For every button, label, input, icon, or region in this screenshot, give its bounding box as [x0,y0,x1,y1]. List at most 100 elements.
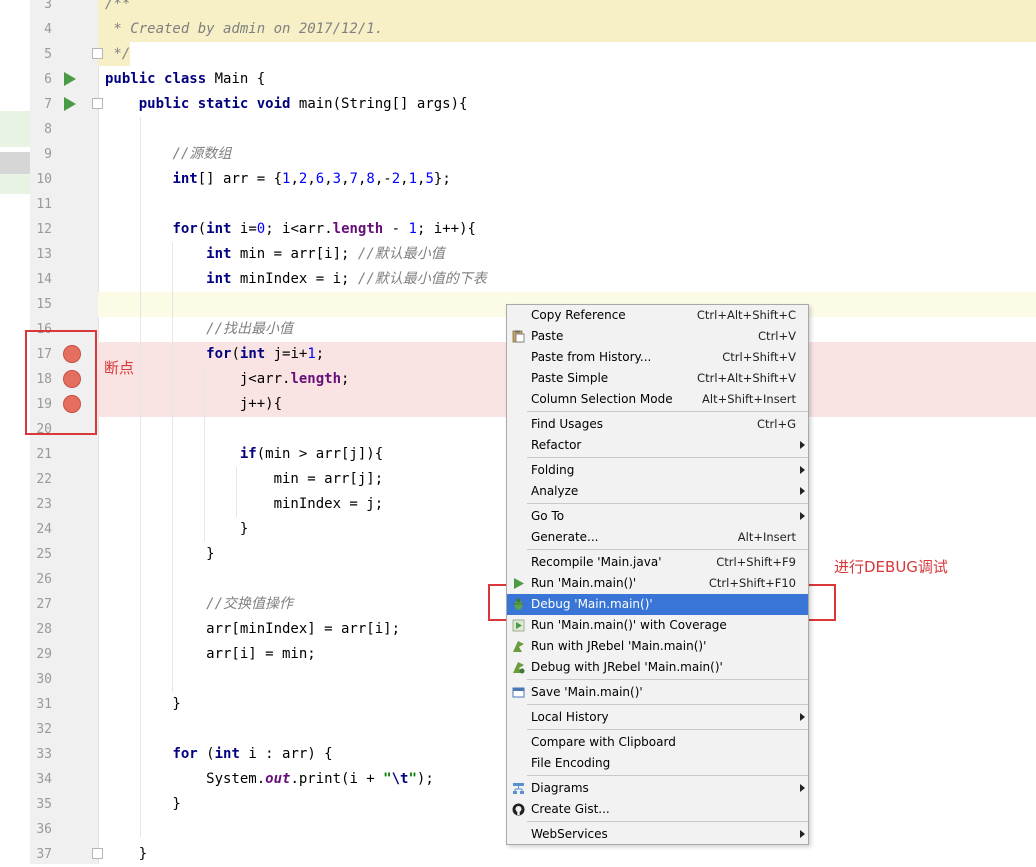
menu-separator [527,729,808,730]
run-gutter-icon[interactable] [64,97,76,111]
change-marker [0,152,30,174]
code-line[interactable]: if(min > arr[j]){ [105,442,383,467]
line-number: 8 [44,122,52,137]
line-number: 7 [44,97,52,112]
code-line[interactable]: //源数组 [105,142,231,167]
run-icon [514,578,524,589]
code-line[interactable]: j<arr.length; [105,367,350,392]
menu-item-diagrams[interactable]: Diagrams [507,778,808,799]
menu-item-find-usages[interactable]: Find Usages Ctrl+G [507,414,808,435]
code-line[interactable]: min = arr[j]; [105,467,384,492]
menu-item-paste-simple[interactable]: Paste Simple Ctrl+Alt+Shift+V [507,368,808,389]
diagram-icon [513,783,524,794]
menu-separator [527,821,808,822]
line-number: 10 [36,172,52,187]
menu-item-debug-with-jrebel[interactable]: Debug with JRebel 'Main.main()' [507,657,808,678]
line-number: 25 [36,547,52,562]
submenu-arrow-icon [800,466,805,474]
debug-annotation-label: 进行DEBUG调试 [834,558,948,576]
code-line[interactable]: //交换值操作 [105,592,293,617]
line-number: 32 [36,722,52,737]
menu-item-run-with-coverage[interactable]: Run 'Main.main()' with Coverage [507,615,808,636]
submenu-arrow-icon [800,830,805,838]
submenu-arrow-icon [800,784,805,792]
menu-item-paste[interactable]: Paste Ctrl+V [507,326,808,347]
code-line[interactable]: } [105,692,180,717]
code-line[interactable]: int[] arr = {1,2,6,3,7,8,-2,1,5}; [105,167,450,192]
fold-icon[interactable] [92,848,103,859]
menu-item-save[interactable]: Save 'Main.main()' [507,682,808,703]
code-line[interactable]: * Created by admin on 2017/12/1. [105,17,383,42]
code-line[interactable]: //找出最小值 [105,317,293,342]
code-line[interactable]: public class Main { [105,67,265,92]
code-line[interactable]: public static void main(String[] args){ [105,92,468,117]
submenu-arrow-icon [800,512,805,520]
menu-item-run-with-jrebel[interactable]: Run with JRebel 'Main.main()' [507,636,808,657]
line-number: 6 [44,72,52,87]
line-number: 3 [44,0,52,12]
line-number: 37 [36,847,52,862]
menu-item-local-history[interactable]: Local History [507,707,808,728]
code-line[interactable]: System.out.print(i + "\t"); [105,767,434,792]
submenu-arrow-icon [800,487,805,495]
code-line[interactable]: } [105,842,147,867]
menu-item-debug-main[interactable]: Debug 'Main.main()' [507,594,808,615]
menu-separator [527,411,808,412]
code-line[interactable]: */ [105,42,130,67]
breakpoint-annotation-box [25,330,97,435]
editor-context-menu[interactable]: Copy Reference Ctrl+Alt+Shift+C Paste Ct… [506,304,809,845]
line-number: 29 [36,647,52,662]
change-marker [0,174,30,194]
line-number: 36 [36,822,52,837]
menu-separator [527,775,808,776]
jrebel-run-icon [513,641,524,652]
fold-icon[interactable] [92,48,103,59]
menu-item-analyze[interactable]: Analyze [507,481,808,502]
run-gutter-icon[interactable] [64,72,76,86]
line-number: 33 [36,747,52,762]
menu-item-webservices[interactable]: WebServices [507,824,808,845]
code-line[interactable]: } [105,792,180,817]
github-icon [512,803,525,816]
line-number: 21 [36,447,52,462]
menu-item-create-gist[interactable]: Create Gist... [507,799,808,820]
menu-item-compare-with-clipboard[interactable]: Compare with Clipboard [507,732,808,753]
code-line[interactable]: for(int i=0; i<arr.length - 1; i++){ [105,217,476,242]
menu-item-column-selection-mode[interactable]: Column Selection Mode Alt+Shift+Insert [507,389,808,410]
line-number: 31 [36,697,52,712]
line-number: 28 [36,622,52,637]
menu-item-recompile[interactable]: Recompile 'Main.java' Ctrl+Shift+F9 [507,552,808,573]
code-line[interactable]: for(int j=i+1; [105,342,324,367]
code-line[interactable]: minIndex = j; [105,492,384,517]
code-line[interactable]: j++){ [105,392,282,417]
line-number: 4 [44,22,52,37]
menu-item-copy-reference[interactable]: Copy Reference Ctrl+Alt+Shift+C [507,305,808,326]
menu-item-refactor[interactable]: Refactor [507,435,808,456]
code-line[interactable]: } [105,542,214,567]
line-number: 35 [36,797,52,812]
menu-item-folding[interactable]: Folding [507,460,808,481]
line-number: 11 [36,197,52,212]
code-line[interactable]: int min = arr[i]; //默认最小值 [105,242,445,267]
fold-icon[interactable] [92,98,103,109]
code-line[interactable]: arr[i] = min; [105,642,316,667]
code-line[interactable]: arr[minIndex] = arr[i]; [105,617,400,642]
code-line[interactable]: int minIndex = i; //默认最小值的下表 [105,267,487,292]
menu-item-paste-from-history[interactable]: Paste from History... Ctrl+Shift+V [507,347,808,368]
menu-item-file-encoding[interactable]: File Encoding [507,753,808,774]
menu-separator [527,679,808,680]
save-icon [512,687,525,698]
line-number: 5 [44,47,52,62]
line-number: 24 [36,522,52,537]
menu-separator [527,704,808,705]
menu-item-generate[interactable]: Generate... Alt+Insert [507,527,808,548]
code-line[interactable]: for (int i : arr) { [105,742,332,767]
jrebel-debug-icon [513,662,525,674]
code-line[interactable]: /** [105,0,130,17]
code-line[interactable]: } [105,517,248,542]
menu-item-run-main[interactable]: Run 'Main.main()' Ctrl+Shift+F10 [507,573,808,594]
change-marker [0,111,30,147]
menu-separator [527,457,808,458]
menu-item-go-to[interactable]: Go To [507,506,808,527]
line-number: 9 [44,147,52,162]
